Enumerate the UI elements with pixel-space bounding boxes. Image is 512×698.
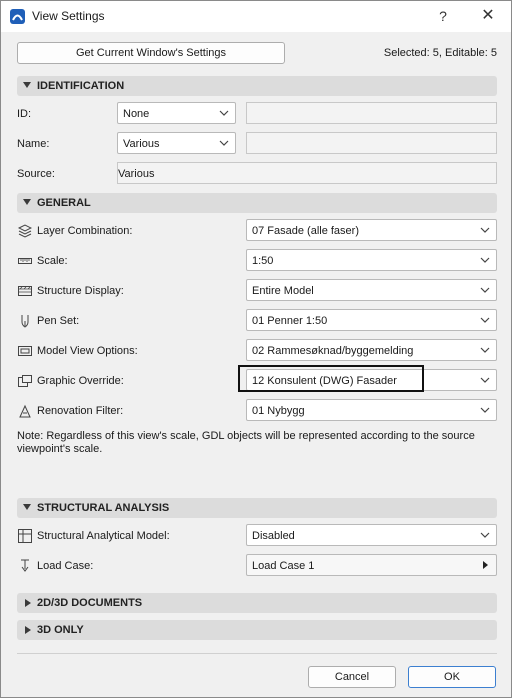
source-value: Various — [118, 168, 155, 180]
view-settings-dialog: View Settings ? ✕ Get Current Window's S… — [0, 0, 512, 698]
load-case-icon — [21, 559, 29, 572]
ok-button[interactable]: OK — [408, 666, 496, 688]
pen-set-value: 01 Penner 1:50 — [252, 315, 328, 327]
structural-model-dropdown[interactable]: Disabled — [246, 524, 497, 546]
section-label: GENERAL — [37, 197, 91, 209]
name-label: Name: — [17, 138, 50, 150]
section-label: 3D ONLY — [37, 624, 84, 636]
structural-model-icon — [18, 529, 32, 543]
structural-model-value: Disabled — [252, 530, 295, 542]
expand-triangle-icon — [25, 599, 31, 607]
chevron-down-icon — [480, 257, 490, 263]
layer-combination-dropdown[interactable]: 07 Fasade (alle faser) — [246, 219, 497, 241]
renovation-icon — [19, 404, 31, 418]
structure-display-dropdown[interactable]: Entire Model — [246, 279, 497, 301]
chevron-down-icon — [480, 347, 490, 353]
model-view-icon — [18, 346, 32, 356]
model-view-options-value: 02 Rammesøknad/byggemelding — [252, 345, 414, 357]
section-label: 2D/3D DOCUMENTS — [37, 597, 143, 609]
footer-divider — [17, 653, 497, 654]
chevron-down-icon — [219, 110, 229, 116]
section-label: STRUCTURAL ANALYSIS — [37, 502, 170, 514]
graphic-override-value: 12 Konsulent (DWG) Fasader — [252, 375, 397, 387]
ruler-icon — [18, 258, 32, 264]
chevron-down-icon — [480, 317, 490, 323]
graphic-override-label: Graphic Override: — [37, 375, 124, 387]
section-label: IDENTIFICATION — [37, 80, 125, 92]
source-field: Various — [117, 162, 497, 184]
section-3d-only[interactable]: 3D ONLY — [17, 620, 497, 640]
structural-model-label: Structural Analytical Model: — [37, 530, 170, 542]
collapse-triangle-icon — [23, 199, 31, 205]
scale-label: Scale: — [37, 255, 68, 267]
chevron-down-icon — [480, 377, 490, 383]
window-title: View Settings — [32, 9, 105, 23]
section-identification[interactable]: IDENTIFICATION — [17, 76, 497, 96]
id-label: ID: — [17, 108, 32, 120]
cancel-button[interactable]: Cancel — [308, 666, 396, 688]
pen-icon — [21, 315, 29, 328]
scale-dropdown[interactable]: 1:50 — [246, 249, 497, 271]
id-value: None — [123, 108, 150, 120]
help-button[interactable]: ? — [431, 5, 455, 27]
id-text-field — [246, 102, 497, 124]
section-2d-3d-documents[interactable]: 2D/3D DOCUMENTS — [17, 593, 497, 613]
app-icon — [10, 9, 25, 24]
collapse-triangle-icon — [23, 82, 31, 88]
get-current-window-settings-button[interactable]: Get Current Window's Settings — [17, 42, 285, 64]
chevron-down-icon — [480, 227, 490, 233]
renovation-filter-value: 01 Nybygg — [252, 405, 305, 417]
load-case-label: Load Case: — [37, 560, 94, 572]
pen-set-dropdown[interactable]: 01 Penner 1:50 — [246, 309, 497, 331]
structure-display-value: Entire Model — [252, 285, 314, 297]
name-dropdown[interactable]: Various — [117, 132, 236, 154]
structure-icon — [18, 286, 32, 296]
layers-icon — [18, 224, 32, 238]
title-bar: View Settings ? ✕ — [1, 1, 511, 32]
pen-set-label: Pen Set: — [37, 315, 80, 327]
model-view-options-label: Model View Options: — [37, 345, 138, 357]
chevron-down-icon — [480, 287, 490, 293]
selection-status: Selected: 5, Editable: 5 — [383, 47, 497, 59]
scale-value: 1:50 — [252, 255, 274, 267]
model-view-options-dropdown[interactable]: 02 Rammesøknad/byggemelding — [246, 339, 497, 361]
chevron-down-icon — [480, 532, 490, 538]
section-structural-analysis[interactable]: STRUCTURAL ANALYSIS — [17, 498, 497, 518]
section-general[interactable]: GENERAL — [17, 193, 497, 213]
name-text-field — [246, 132, 497, 154]
id-dropdown[interactable]: None — [117, 102, 236, 124]
chevron-down-icon — [480, 407, 490, 413]
graphic-override-icon — [18, 375, 32, 387]
graphic-override-dropdown[interactable]: 12 Konsulent (DWG) Fasader — [246, 369, 497, 391]
expand-triangle-icon — [25, 626, 31, 634]
collapse-triangle-icon — [23, 504, 31, 510]
load-case-selector[interactable]: Load Case 1 — [246, 554, 497, 576]
close-button[interactable]: ✕ — [475, 5, 501, 27]
name-value: Various — [123, 138, 160, 150]
source-label: Source: — [17, 168, 55, 180]
load-case-value: Load Case 1 — [252, 560, 315, 572]
renovation-filter-dropdown[interactable]: 01 Nybygg — [246, 399, 497, 421]
layer-combination-label: Layer Combination: — [37, 225, 133, 237]
renovation-filter-label: Renovation Filter: — [37, 405, 124, 417]
scale-note: Note: Regardless of this view's scale, G… — [17, 430, 475, 455]
chevron-right-icon — [483, 561, 488, 569]
layer-combination-value: 07 Fasade (alle faser) — [252, 225, 359, 237]
chevron-down-icon — [219, 140, 229, 146]
structure-display-label: Structure Display: — [37, 285, 124, 297]
